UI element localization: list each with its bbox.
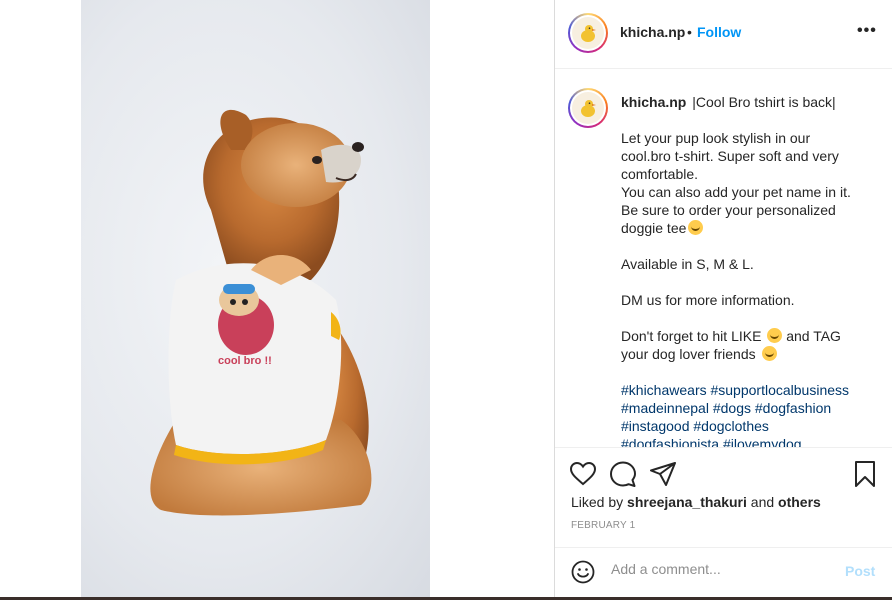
caption-line: and TAG (786, 328, 841, 344)
caption-line: your dog lover friends (621, 346, 756, 362)
caption-line: comfortable. (621, 166, 699, 182)
liked-by-others[interactable]: others (778, 494, 821, 510)
duck-logo-icon (581, 100, 596, 117)
separator-dot: • (687, 24, 692, 40)
hashtag-line[interactable]: #dogfashionista #ilovemydog (621, 435, 883, 447)
hashtag-line[interactable]: #instagood #dogclothes (621, 417, 883, 435)
liked-by-summary: Liked by shreejana_thakuri and others (571, 494, 821, 510)
caption-line: Available in S, M & L. (621, 256, 754, 272)
share-icon[interactable] (649, 460, 677, 488)
hugging-face-emoji-icon (688, 220, 704, 235)
shirt-print-text: cool bro !! (218, 355, 272, 367)
post-actions: Liked by shreejana_thakuri and others FE… (555, 447, 892, 547)
more-options-icon[interactable]: ••• (857, 22, 877, 40)
liked-by-user[interactable]: shreejana_thakuri (627, 494, 747, 510)
post-date[interactable]: FEBRUARY 1 (571, 520, 635, 531)
liked-by-and: and (750, 494, 775, 510)
post-comment-button[interactable]: Post (845, 563, 875, 579)
heart-icon[interactable] (569, 460, 597, 488)
thumbs-up-emoji-icon (767, 328, 783, 343)
caption-scroll-area[interactable]: khicha.np |Cool Bro tshirt is back| Let … (555, 69, 892, 447)
caption-line: doggie tee (621, 220, 687, 236)
comment-form: Post (555, 547, 892, 597)
hashtag-line[interactable]: #madeinnepal #dogs #dogfashion (621, 399, 883, 417)
duck-logo-icon (581, 25, 596, 42)
caption-line: Be sure to order your personalized (621, 202, 836, 218)
caption-line: You can also add your pet name in it. (621, 184, 851, 200)
post-caption: khicha.np |Cool Bro tshirt is back| Let … (621, 93, 883, 447)
follow-button[interactable]: Follow (697, 24, 741, 40)
caption-avatar[interactable] (568, 88, 608, 128)
caption-line: Let your pup look stylish in our (621, 130, 811, 146)
liked-by-prefix: Liked by (571, 494, 624, 510)
comment-icon[interactable] (609, 460, 637, 488)
grinning-face-emoji-icon (761, 346, 777, 361)
dog-photo: cool bro !! (150, 109, 372, 516)
bookmark-icon[interactable] (851, 460, 879, 488)
post-side-panel: khicha.np • Follow ••• khicha.np |Cool B… (554, 0, 892, 597)
caption-username[interactable]: khicha.np (621, 94, 686, 110)
post-image[interactable]: cool bro !! (81, 0, 430, 597)
caption-line: DM us for more information. (621, 292, 795, 308)
caption-headline: |Cool Bro tshirt is back| (692, 94, 836, 110)
post-author-username[interactable]: khicha.np (620, 24, 685, 40)
hashtag-line[interactable]: #khichawears #supportlocalbusiness (621, 381, 883, 399)
caption-line: Don't forget to hit LIKE (621, 328, 762, 344)
avatar[interactable] (568, 13, 608, 53)
smile-icon[interactable] (571, 560, 595, 589)
caption-line: cool.bro t-shirt. Super soft and very (621, 148, 839, 164)
comment-input[interactable] (611, 561, 831, 577)
post-header: khicha.np • Follow ••• (555, 0, 892, 69)
